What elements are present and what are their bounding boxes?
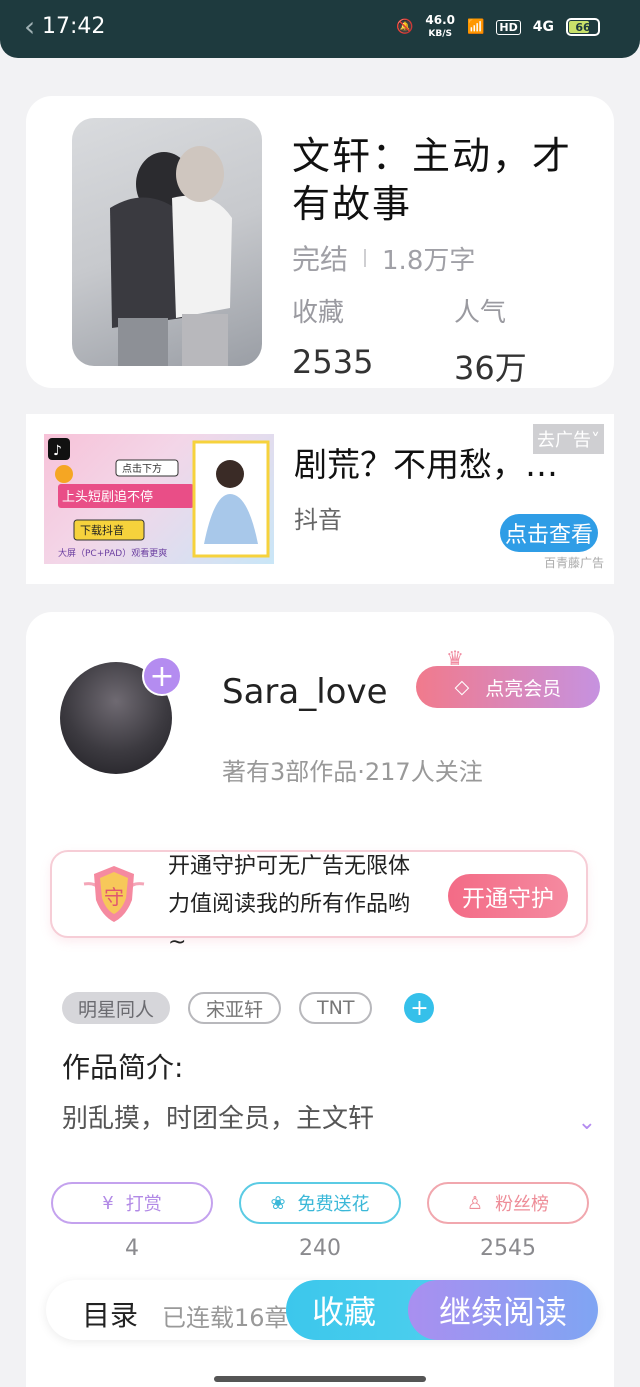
guard-button[interactable]: 开通守护	[448, 874, 568, 918]
svg-text:上头短剧追不停: 上头短剧追不停	[62, 489, 153, 505]
signal-icon: 4G	[532, 19, 554, 35]
guard-text: 开通守护可无广告无限体力值阅读我的所有作品哟~	[168, 854, 411, 955]
book-status: 完结 1.8万字	[292, 238, 475, 278]
svg-text:点击下方: 点击下方	[122, 462, 162, 475]
mute-icon: 🔕	[395, 19, 414, 35]
user-icon: ♙	[466, 1192, 484, 1214]
book-info-card: 文轩：主动，才有故事 完结 1.8万字 收藏 2535 人气 36万	[26, 96, 614, 388]
fan-count: 2545	[480, 1236, 536, 1261]
vip-button-label: 点亮会员	[485, 677, 562, 700]
flower-count: 240	[299, 1236, 341, 1261]
book-cover-image[interactable]	[72, 118, 262, 366]
popularity-value: 36万	[454, 349, 527, 387]
guard-banner[interactable]: 守 开通守护可无广告无限体力值阅读我的所有作品哟~ 开通守护	[50, 850, 588, 955]
home-indicator[interactable]	[214, 1376, 426, 1382]
ad-banner[interactable]: ♪ 点击下方 上头短剧追不停 下载抖音 大屏（PC+PAD）观看更爽 剧荒？不用…	[26, 414, 614, 584]
ad-view-button[interactable]: 点击查看	[500, 514, 598, 552]
remove-ad-button[interactable]: 去广告˅	[533, 424, 604, 454]
author-meta: 著有3部作品·217人关注	[222, 758, 483, 786]
ad-brand-label: 百青藤广告	[543, 556, 604, 570]
tip-count: 4	[125, 1236, 139, 1261]
flower-icon: ❀	[270, 1192, 286, 1214]
continue-reading-button[interactable]: 继续阅读	[408, 1280, 598, 1340]
status-bar: ‹ 17:42 🔕 46.0 KB/S 📶 HD 4G 66	[0, 0, 640, 58]
tip-button[interactable]: ¥ 打赏	[51, 1182, 213, 1224]
svg-text:大屏（PC+PAD）观看更爽: 大屏（PC+PAD）观看更爽	[58, 547, 167, 559]
collect-label: 收藏	[292, 298, 345, 328]
vip-button[interactable]: ◇ 点亮会员	[416, 666, 600, 708]
divider	[364, 249, 367, 267]
guard-shield-icon: 守	[82, 862, 146, 926]
status-icons: 🔕 46.0 KB/S 📶 HD 4G 66	[396, 14, 600, 40]
send-flower-button[interactable]: ❀ 免费送花	[239, 1182, 401, 1224]
svg-text:下载抖音: 下载抖音	[80, 523, 124, 537]
tag-item[interactable]: 明星同人	[62, 992, 171, 1024]
yen-icon: ¥	[102, 1192, 114, 1214]
intro-heading: 作品简介:	[62, 1051, 184, 1084]
collect-stat: 收藏 2535	[292, 292, 373, 381]
completion-status: 完结	[292, 243, 349, 276]
ad-source: 抖音	[294, 506, 342, 534]
collect-value: 2535	[292, 343, 374, 381]
intro-text: 别乱摸，时团全员，主文轩	[62, 1104, 375, 1134]
tag-list: 明星同人 宋亚轩 TNT +	[62, 992, 435, 1024]
send-flower-label: 免费送花	[297, 1194, 370, 1215]
popularity-label: 人气	[454, 298, 507, 328]
battery-icon: 66	[566, 18, 600, 36]
wifi-icon: 📶	[466, 19, 485, 35]
tag-item[interactable]: 宋亚轩	[188, 992, 282, 1024]
word-count: 1.8万字	[382, 245, 476, 276]
serial-progress: 已连载16章	[162, 1304, 289, 1332]
fan-ranking-button[interactable]: ♙ 粉丝榜	[427, 1182, 589, 1224]
expand-chevron-icon[interactable]: ⌄	[578, 1110, 596, 1135]
follow-plus-icon[interactable]: +	[142, 656, 182, 696]
diamond-icon: ◇	[454, 676, 470, 698]
chevron-down-icon: ˅	[591, 430, 600, 451]
add-tag-icon[interactable]: +	[404, 993, 435, 1023]
fan-ranking-label: 粉丝榜	[495, 1194, 550, 1215]
back-icon[interactable]: ‹	[24, 10, 35, 43]
svg-text:守: 守	[104, 885, 124, 909]
popularity-stat: 人气 36万	[454, 292, 527, 389]
author-name[interactable]: Sara_love	[222, 672, 388, 712]
directory-button[interactable]: 目录	[82, 1294, 138, 1334]
svg-text:♪: ♪	[53, 443, 62, 459]
network-speed: 46.0 KB/S	[425, 13, 455, 39]
tip-label: 打赏	[125, 1194, 162, 1215]
tag-item[interactable]: TNT	[299, 992, 373, 1024]
ad-image[interactable]: ♪ 点击下方 上头短剧追不停 下载抖音 大屏（PC+PAD）观看更爽	[44, 434, 274, 564]
ad-title[interactable]: 剧荒？不用愁，…	[294, 438, 558, 486]
hd-icon: HD	[496, 19, 521, 35]
bottom-action-bar: 目录 已连载16章 收藏 继续阅读	[46, 1280, 598, 1340]
book-title: 文轩：主动，才有故事	[292, 134, 573, 226]
author-card: + Sara_love ♛ ◇ 点亮会员 著有3部作品·217人关注 守 开通守…	[26, 612, 614, 1387]
status-time: 17:42	[42, 14, 106, 39]
